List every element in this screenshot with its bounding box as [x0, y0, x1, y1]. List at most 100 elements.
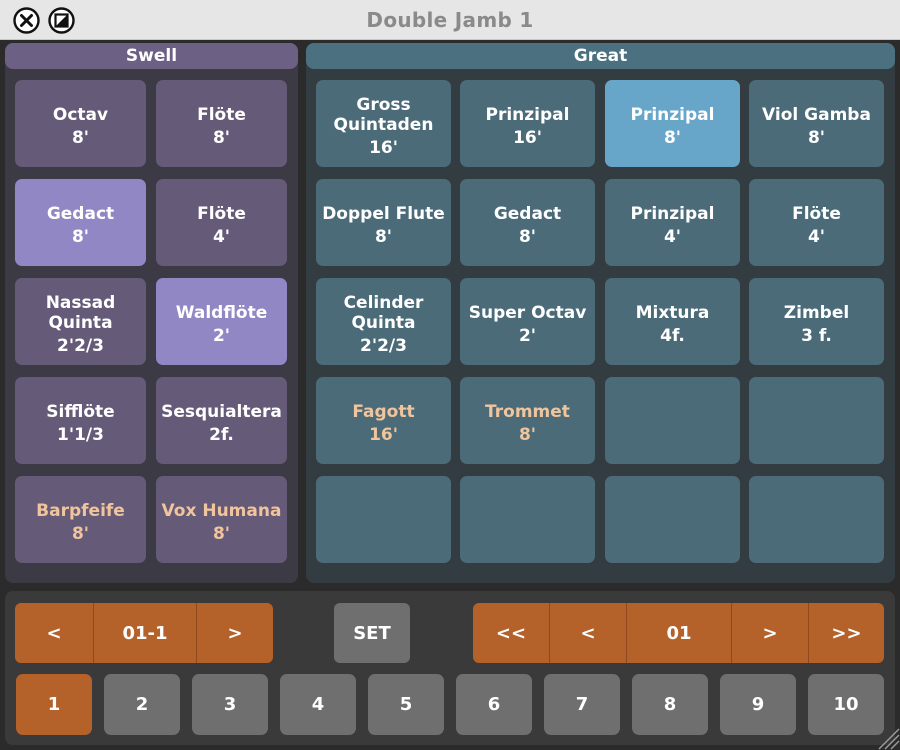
stop-pitch: 8'	[71, 524, 90, 544]
swell-stop-button[interactable]: Flöte 4'	[156, 179, 287, 266]
stop-pitch: 8'	[663, 128, 682, 148]
great-stop-button[interactable]: Gross Quintaden 16'	[316, 80, 451, 167]
stop-name: Flöte	[197, 204, 246, 224]
stop-name: Gedact	[46, 204, 115, 224]
memory-button[interactable]: 9	[720, 674, 796, 735]
stop-name: Barpfeife	[36, 501, 125, 521]
combination-display: 01-1	[122, 622, 168, 644]
stop-pitch: 8'	[71, 227, 90, 247]
stop-name: Gross Quintaden	[333, 95, 434, 135]
swell-stop-button[interactable]: Nassad Quinta 2'2/3	[15, 278, 146, 365]
stop-pitch: 16'	[513, 128, 542, 148]
stop-name: Prinzipal	[485, 105, 570, 125]
stop-pitch: 2'2/3	[57, 336, 104, 356]
memory-button[interactable]: 1	[16, 674, 92, 735]
stop-name: Waldflöte	[175, 303, 268, 323]
bank-next-button[interactable]: >	[732, 603, 808, 663]
stop-name: Prinzipal	[630, 105, 715, 125]
combination-stepper: < 01-1 >	[15, 603, 273, 663]
bank-first-button[interactable]: <<	[473, 603, 549, 663]
great-stop-button[interactable]: Prinzipal 16'	[460, 80, 595, 167]
stop-name: Celinder Quinta	[343, 293, 424, 333]
stop-pitch: 2'	[518, 326, 537, 346]
empty-stop-slot[interactable]	[605, 476, 740, 563]
memory-button[interactable]: 4	[280, 674, 356, 735]
swell-stop-button[interactable]: Octav 8'	[15, 80, 146, 167]
stop-name: Trommet	[485, 402, 570, 422]
great-stop-button[interactable]: Celinder Quinta 2'2/3	[316, 278, 451, 365]
stop-name: Sesquialtera	[161, 402, 282, 422]
memory-button[interactable]: 2	[104, 674, 180, 735]
stop-pitch: 3 f.	[801, 326, 832, 346]
great-header: Great	[306, 43, 895, 69]
stop-pitch: 16'	[369, 425, 398, 445]
stop-name: Super Octav	[468, 303, 587, 323]
stop-pitch: 4'	[663, 227, 682, 247]
stop-pitch: 8'	[518, 227, 537, 247]
stop-name: Flöte	[792, 204, 841, 224]
empty-stop-slot[interactable]	[749, 476, 884, 563]
empty-stop-slot[interactable]	[605, 377, 740, 464]
stop-name: Sifflöte	[46, 402, 115, 422]
great-stop-button[interactable]: Zimbel 3 f.	[749, 278, 884, 365]
stop-pitch: 8'	[807, 128, 826, 148]
bank-prev-button[interactable]: <	[550, 603, 626, 663]
stop-pitch: 8'	[374, 227, 393, 247]
empty-stop-slot[interactable]	[316, 476, 451, 563]
stop-name: Mixtura	[635, 303, 710, 323]
empty-stop-slot[interactable]	[460, 476, 595, 563]
stop-name: Flöte	[197, 105, 246, 125]
empty-stop-slot[interactable]	[749, 377, 884, 464]
swell-stop-button[interactable]: Flöte 8'	[156, 80, 287, 167]
stop-pitch: 2'	[212, 326, 231, 346]
great-stop-button[interactable]: Doppel Flute 8'	[316, 179, 451, 266]
great-stop-button[interactable]: Flöte 4'	[749, 179, 884, 266]
swell-stop-button[interactable]: Sesquialtera 2f.	[156, 377, 287, 464]
stop-name: Vox Humana	[161, 501, 282, 521]
great-stop-button[interactable]: Super Octav 2'	[460, 278, 595, 365]
great-stop-button[interactable]: Prinzipal 8'	[605, 80, 740, 167]
stop-pitch: 4'	[807, 227, 826, 247]
great-stop-button[interactable]: Fagott 16'	[316, 377, 451, 464]
window-title: Double Jamb 1	[366, 8, 534, 32]
swell-stop-button[interactable]: Gedact 8'	[15, 179, 146, 266]
bank-last-button[interactable]: >>	[809, 603, 884, 663]
stop-name: Doppel Flute	[322, 204, 445, 224]
stop-pitch: 2f.	[209, 425, 234, 445]
stop-pitch: 1'1/3	[57, 425, 104, 445]
great-stop-button[interactable]: Viol Gamba 8'	[749, 80, 884, 167]
great-stop-button[interactable]: Trommet 8'	[460, 377, 595, 464]
great-stop-button[interactable]: Prinzipal 4'	[605, 179, 740, 266]
bank-display: 01	[666, 622, 692, 644]
combination-next-button[interactable]: >	[197, 603, 273, 663]
memory-button[interactable]: 7	[544, 674, 620, 735]
stop-name: Gedact	[493, 204, 562, 224]
memory-button[interactable]: 5	[368, 674, 444, 735]
swell-stop-button[interactable]: Waldflöte 2'	[156, 278, 287, 365]
stop-pitch: 8'	[518, 425, 537, 445]
great-stop-button[interactable]: Mixtura 4f.	[605, 278, 740, 365]
stop-pitch: 16'	[369, 138, 398, 158]
stop-name: Viol Gamba	[762, 105, 871, 125]
set-button[interactable]: SET	[334, 603, 410, 663]
stop-name: Prinzipal	[630, 204, 715, 224]
stop-name: Zimbel	[783, 303, 850, 323]
swell-stop-button[interactable]: Sifflöte 1'1/3	[15, 377, 146, 464]
swell-stop-button[interactable]: Vox Humana 8'	[156, 476, 287, 563]
memory-button[interactable]: 8	[632, 674, 708, 735]
stop-pitch: 2'2/3	[360, 336, 407, 356]
memory-button[interactable]: 6	[456, 674, 532, 735]
bank-stepper: << < 01 > >>	[473, 603, 884, 663]
memory-button[interactable]: 3	[192, 674, 268, 735]
stop-pitch: 8'	[71, 128, 90, 148]
great-stop-button[interactable]: Gedact 8'	[460, 179, 595, 266]
swell-stop-button[interactable]: Barpfeife 8'	[15, 476, 146, 563]
stop-pitch: 4f.	[660, 326, 685, 346]
swell-header: Swell	[5, 43, 298, 69]
resize-grip-icon[interactable]	[870, 720, 900, 750]
stop-pitch: 8'	[212, 128, 231, 148]
combination-prev-button[interactable]: <	[15, 603, 93, 663]
stop-name: Nassad Quinta	[45, 293, 116, 333]
stop-name: Octav	[52, 105, 109, 125]
stop-pitch: 4'	[212, 227, 231, 247]
